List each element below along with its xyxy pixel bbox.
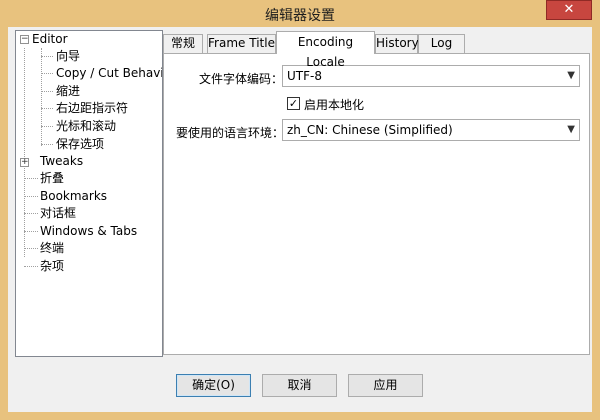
editor-settings-window: 编辑器设置 ✕ − Editor 向导 Copy / Cut Behavior … — [0, 0, 600, 420]
collapse-icon[interactable]: − — [20, 35, 29, 44]
tree-item-terminal[interactable]: 终端 — [40, 240, 64, 257]
tree-branch — [41, 56, 53, 57]
ok-button[interactable]: 确定(O) — [176, 374, 251, 397]
tree-item-bookmarks[interactable]: Bookmarks — [40, 188, 107, 205]
tree-branch — [24, 178, 38, 179]
cancel-button[interactable]: 取消 — [262, 374, 337, 397]
tab-encoding-locale[interactable]: Encoding Locale — [276, 31, 375, 69]
tree-item-wizard[interactable]: 向导 — [56, 48, 80, 65]
encoding-locale-panel: 文件字体编码： UTF-8 ▼ ✓ 启用本地化 要使用的语言环境： zh_CN:… — [163, 53, 590, 355]
tab-log[interactable]: Log — [418, 34, 465, 53]
tree-branch — [41, 144, 53, 145]
tree-item-save-options[interactable]: 保存选项 — [56, 136, 104, 153]
tree-branch — [24, 266, 38, 267]
tree-branch — [41, 108, 53, 109]
tree-branch — [24, 196, 38, 197]
localization-label: 启用本地化 — [304, 98, 365, 112]
tree-branch — [24, 248, 38, 249]
tab-general[interactable]: 常规 — [163, 34, 203, 53]
localization-checkbox[interactable]: ✓ — [287, 97, 300, 110]
tab-history[interactable]: History — [375, 34, 419, 53]
settings-tree[interactable]: − Editor 向导 Copy / Cut Behavior 缩进 右边距指示… — [15, 30, 163, 357]
tree-item-editor[interactable]: Editor — [32, 31, 68, 48]
tree-editor-connector — [41, 48, 42, 146]
tree-branch — [24, 213, 38, 214]
tree-branch — [41, 91, 53, 92]
tree-item-windows-tabs[interactable]: Windows & Tabs — [40, 223, 137, 240]
window-title: 编辑器设置 — [265, 8, 335, 24]
locale-value: zh_CN: Chinese (Simplified) — [287, 123, 453, 137]
chevron-down-icon: ▼ — [567, 70, 575, 81]
tree-branch — [24, 231, 38, 232]
chevron-down-icon: ▼ — [567, 124, 575, 135]
dialog-client-area: − Editor 向导 Copy / Cut Behavior 缩进 右边距指示… — [8, 27, 592, 412]
expand-icon[interactable]: + — [20, 158, 29, 167]
settings-tabs: 常规 Frame Title Encoding Locale History L… — [163, 30, 590, 357]
title-bar[interactable]: 编辑器设置 ✕ — [0, 0, 600, 27]
tree-branch — [41, 73, 53, 74]
tree-item-margin-indicator[interactable]: 右边距指示符 — [56, 100, 128, 117]
tree-root-connector — [24, 48, 25, 257]
tree-item-indent[interactable]: 缩进 — [56, 83, 80, 100]
locale-select[interactable]: zh_CN: Chinese (Simplified) ▼ — [282, 119, 580, 141]
apply-button[interactable]: 应用 — [348, 374, 423, 397]
tree-item-tweaks[interactable]: Tweaks — [40, 153, 83, 170]
tree-item-copy-cut[interactable]: Copy / Cut Behavior — [56, 65, 162, 82]
font-encoding-label: 文件字体编码： — [199, 72, 284, 86]
tree-branch — [41, 126, 53, 127]
locale-label: 要使用的语言环境： — [176, 126, 285, 140]
tree-item-cursor-scroll[interactable]: 光标和滚动 — [56, 118, 116, 135]
tab-frame-title[interactable]: Frame Title — [207, 34, 276, 53]
tree-item-misc[interactable]: 杂项 — [40, 258, 64, 275]
tree-item-folding[interactable]: 折叠 — [40, 170, 64, 187]
close-button[interactable]: ✕ — [546, 0, 592, 20]
tree-item-dialogs[interactable]: 对话框 — [40, 205, 76, 222]
